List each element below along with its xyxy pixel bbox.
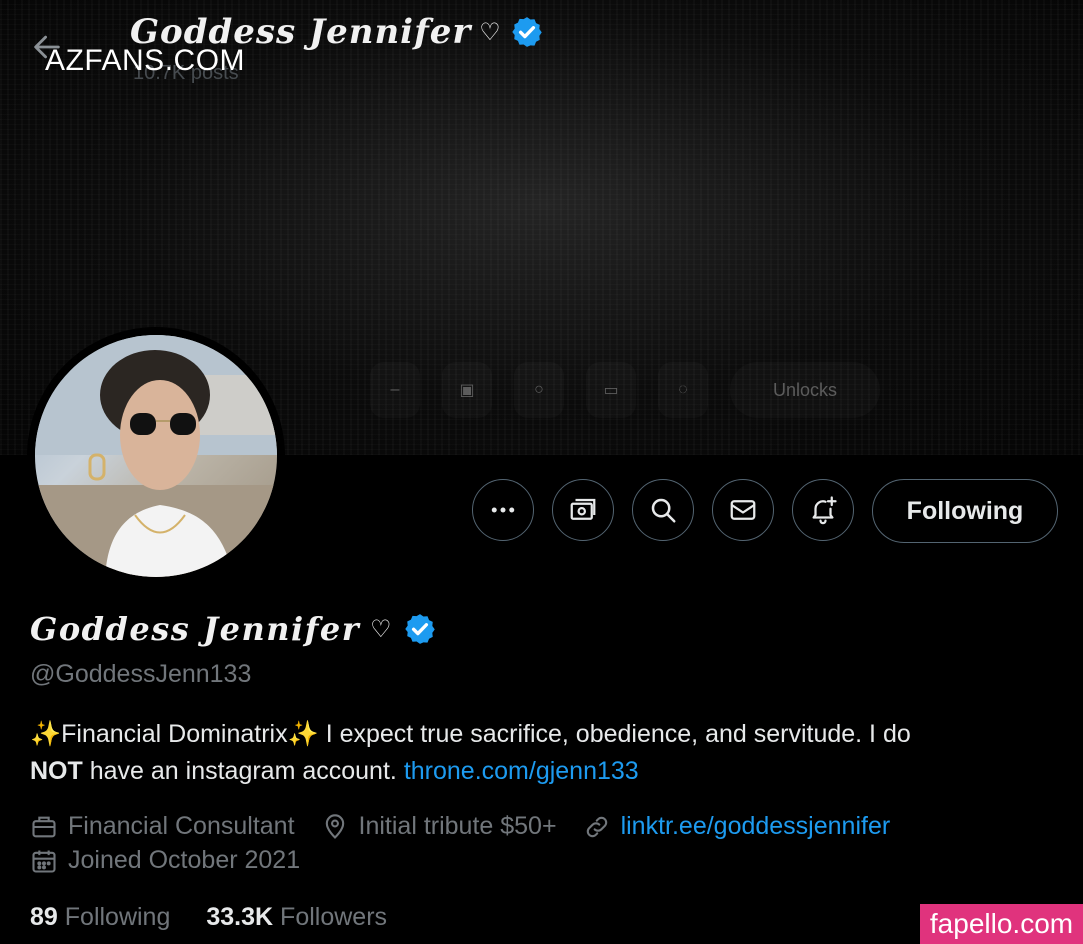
sparkle-icon: ✨ (30, 720, 62, 748)
bio-bold: NOT (30, 757, 83, 785)
top-bar: Goddess Jennifer ♡ 10.7K posts AZFANS.CO… (0, 0, 1083, 90)
calendar-icon (32, 850, 56, 873)
banner-ghost-item: – (370, 362, 420, 418)
banner-ghost-item: ▣ (442, 362, 492, 418)
notify-button[interactable] (792, 479, 854, 541)
banner-ghost-label: Unlocks (730, 362, 880, 418)
more-dots-icon (491, 507, 515, 513)
followers-count: 33.3K (206, 903, 274, 931)
meta-category: Financial Consultant (30, 812, 295, 841)
heart-icon: ♡ (370, 615, 394, 643)
envelope-icon (730, 500, 756, 520)
following-stat[interactable]: 89 Following (30, 903, 170, 932)
location-pin-icon (325, 813, 344, 839)
banner-ghost-strip: – ▣ ○ ▭ ◌ Unlocks (370, 355, 950, 425)
avatar[interactable] (27, 327, 285, 585)
briefcase-icon (32, 816, 56, 837)
heart-icon: ♡ (479, 18, 502, 46)
more-button[interactable] (472, 479, 534, 541)
bio-title: Financial Dominatrix (61, 720, 288, 748)
follow-stats: 89 Following 33.3K Followers (30, 903, 387, 932)
website-link[interactable]: linktr.ee/goddessjennifer (621, 812, 891, 841)
meta-joined: Joined October 2021 (30, 846, 300, 875)
banner-ghost-item: ▭ (586, 362, 636, 418)
profile-joined-row: Joined October 2021 (30, 846, 326, 875)
bell-plus-icon (812, 496, 837, 525)
following-button[interactable]: Following (872, 479, 1058, 543)
banner-ghost-item: ○ (514, 362, 564, 418)
location-text: Initial tribute $50+ (358, 812, 557, 840)
money-icon (570, 498, 596, 520)
followers-stat[interactable]: 33.3K Followers (206, 903, 387, 932)
link-icon (586, 816, 607, 837)
verified-badge-icon[interactable] (403, 612, 437, 646)
message-button[interactable] (712, 479, 774, 541)
meta-location: Initial tribute $50+ (321, 812, 557, 841)
followers-label: Followers (280, 903, 388, 931)
category-text: Financial Consultant (68, 812, 295, 840)
watermark-azfans: AZFANS.COM (45, 44, 246, 77)
following-count: 89 (30, 903, 58, 931)
search-button[interactable] (632, 479, 694, 541)
banner-ghost-item: ◌ (658, 362, 708, 418)
search-icon (651, 498, 676, 523)
bio-text-1: I expect true sacrifice, obedience, and … (318, 720, 911, 748)
bio-text-2: have an instagram account. (82, 757, 404, 785)
watermark-fapello: fapello.com (920, 904, 1083, 944)
avatar-photo (35, 335, 277, 577)
profile-handle: @GoddessJenn133 (30, 660, 252, 688)
meta-website: linktr.ee/goddessjennifer (583, 812, 891, 841)
profile-meta-row: Financial Consultant Initial tribute $50… (30, 812, 916, 841)
display-name-text: Goddess Jennifer (30, 610, 361, 648)
profile-display-name: Goddess Jennifer ♡ (30, 610, 437, 648)
verified-badge-icon (510, 15, 544, 49)
bio-link[interactable]: throne.com/gjenn133 (404, 757, 639, 785)
tip-button[interactable] (552, 479, 614, 541)
following-label: Following (64, 903, 171, 931)
profile-bio: ✨Financial Dominatrix✨ I expect true sac… (30, 716, 1050, 790)
joined-text: Joined October 2021 (68, 846, 301, 874)
sparkle-icon: ✨ (287, 720, 319, 748)
